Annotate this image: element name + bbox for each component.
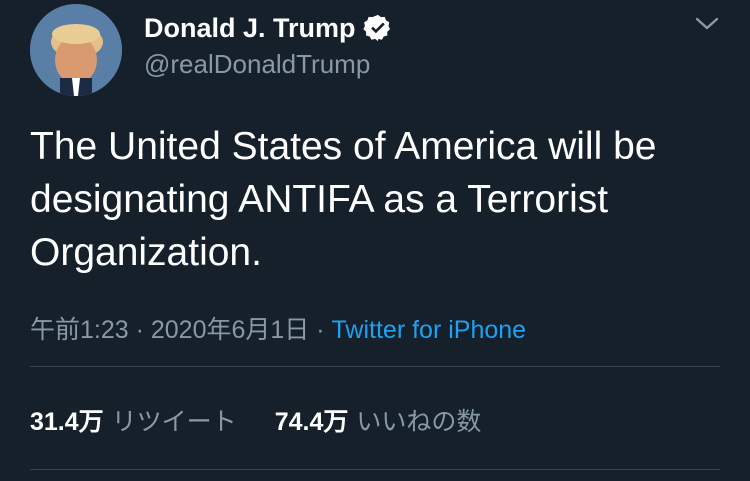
meta-separator: · xyxy=(309,316,332,344)
tweet-meta: 午前1:23 · 2020年6月1日 · Twitter for iPhone xyxy=(30,313,526,347)
tweet-stats: 31.4万 リツイート 74.4万 いいねの数 xyxy=(30,404,481,440)
verified-badge-icon xyxy=(362,13,393,43)
retweets-label: リツイート xyxy=(111,408,237,436)
retweets-count: 31.4万 xyxy=(30,408,104,436)
tweet-text: The United States of America will be des… xyxy=(30,125,657,274)
author-handle[interactable]: @realDonaldTrump xyxy=(144,48,370,80)
divider xyxy=(30,366,720,367)
avatar-image xyxy=(30,4,122,96)
divider xyxy=(30,469,720,470)
retweets-stat[interactable]: 31.4万 リツイート xyxy=(30,404,237,440)
likes-count: 74.4万 xyxy=(274,408,349,436)
likes-label: いいねの数 xyxy=(356,408,482,436)
author-name-row[interactable]: Donald J. Trump xyxy=(144,11,393,45)
tweet-source-link[interactable]: Twitter for iPhone xyxy=(332,316,527,344)
display-name[interactable]: Donald J. Trump xyxy=(144,11,356,45)
likes-stat[interactable]: 74.4万 いいねの数 xyxy=(275,404,482,440)
tweet-timestamp[interactable]: 午前1:23 · 2020年6月1日 xyxy=(30,316,309,344)
avatar[interactable] xyxy=(30,4,122,96)
chevron-down-icon[interactable] xyxy=(694,13,720,33)
